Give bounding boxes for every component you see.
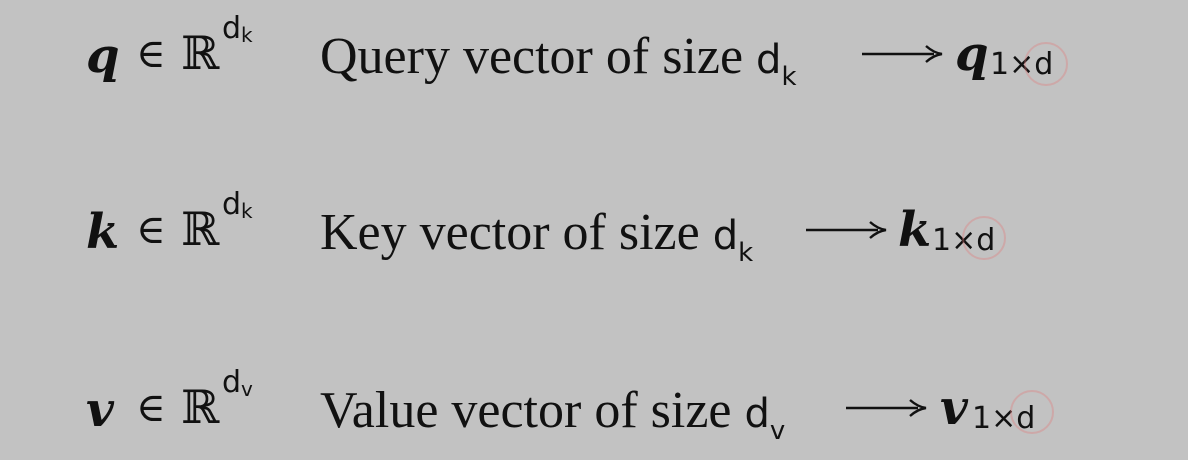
- description-text: Key vector of size: [320, 204, 713, 261]
- element-of-symbol: ∈: [136, 385, 166, 431]
- description-text: Query vector of size: [320, 28, 757, 85]
- long-right-arrow-icon: [806, 221, 887, 239]
- value-symbol: v: [86, 382, 114, 438]
- description-dimension-subscript: k: [738, 238, 754, 268]
- query-result-symbol: q: [955, 26, 989, 82]
- cursor-highlight-circle-icon: [962, 216, 1006, 260]
- dimension-subscript: v: [241, 377, 253, 401]
- reals-symbol: ℝ: [181, 26, 220, 80]
- dimension-subscript: k: [241, 23, 253, 47]
- description-dimension: d: [744, 391, 770, 437]
- reals-symbol: ℝ: [181, 202, 220, 256]
- key-symbol: k: [86, 204, 120, 260]
- value-description: Value vector of size dv: [320, 382, 785, 446]
- value-result-symbol: v: [940, 380, 968, 436]
- query-row: q ∈ ℝ dk Query vector of size dk q 1×d: [0, 10, 1188, 100]
- dimension-subscript: k: [241, 199, 253, 223]
- query-description: Query vector of size dk: [320, 28, 797, 92]
- element-of-symbol: ∈: [136, 207, 166, 253]
- key-row: k ∈ ℝ dk Key vector of size dk k 1×d: [0, 186, 1188, 276]
- value-row: v ∈ ℝ dv Value vector of size dv v 1×d: [0, 364, 1188, 454]
- cursor-highlight-circle-icon: [1024, 42, 1068, 86]
- reals-symbol: ℝ: [181, 380, 220, 434]
- dimension-base: d: [222, 11, 242, 46]
- description-dimension-subscript: k: [781, 62, 797, 92]
- dimension-base: d: [222, 187, 242, 222]
- key-description: Key vector of size dk: [320, 204, 753, 268]
- key-result-symbol: k: [898, 202, 932, 258]
- description-text: Value vector of size: [320, 382, 745, 439]
- description-dimension: d: [712, 213, 739, 259]
- element-of-symbol: ∈: [136, 31, 166, 77]
- query-symbol: q: [86, 28, 120, 84]
- description-dimension: d: [756, 37, 782, 83]
- dimension-superscript: dv: [222, 365, 253, 401]
- dimension-superscript: dk: [222, 187, 253, 223]
- long-right-arrow-icon: [846, 399, 927, 417]
- description-dimension-subscript: v: [769, 416, 786, 446]
- long-right-arrow-icon: [862, 45, 943, 63]
- cursor-highlight-circle-icon: [1010, 390, 1054, 434]
- dimension-superscript: dk: [222, 11, 253, 47]
- dimension-base: d: [222, 365, 242, 400]
